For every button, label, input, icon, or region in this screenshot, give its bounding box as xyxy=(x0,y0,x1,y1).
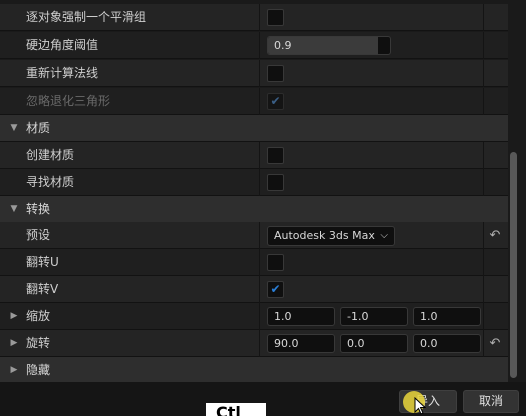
create-materials-checkbox[interactable] xyxy=(267,147,284,164)
cancel-button[interactable]: 取消 xyxy=(463,390,519,413)
recompute-normals-checkbox[interactable] xyxy=(267,65,284,82)
rotation-z-field[interactable]: 0.0 xyxy=(413,334,481,353)
hidden-category-label: 隐藏 xyxy=(26,363,51,377)
overlay-key-indicator: Ctl xyxy=(206,403,266,416)
rotation-y-field[interactable]: 0.0 xyxy=(340,334,408,353)
scrollbar-thumb[interactable] xyxy=(510,152,517,378)
row-find-materials: 寻找材质 xyxy=(0,169,508,196)
row-smoothing-group: 逐对象强制一个平滑组 xyxy=(0,4,508,31)
expand-arrow-icon[interactable]: ▶ xyxy=(8,303,20,330)
flip-u-checkbox[interactable] xyxy=(267,254,284,271)
expand-arrow-icon: ▼ xyxy=(10,204,18,214)
row-hard-edge-angle: 硬边角度阈值 0.9 xyxy=(0,32,508,59)
scale-x-field[interactable]: 1.0 xyxy=(267,307,335,326)
details-panel: 逐对象强制一个平滑组 硬边角度阈值 0.9 重新计算法线 忽略退化三角形 ✔ ▼… xyxy=(0,0,526,382)
flip-v-checkbox[interactable]: ✔ xyxy=(267,281,284,298)
row-preset: 预设 Autodesk 3ds Max ⌵ ↶ xyxy=(0,222,508,249)
transform-category-label: 转换 xyxy=(26,202,51,216)
scale-z-field[interactable]: 1.0 xyxy=(413,307,481,326)
row-flip-v: 翻转V ✔ xyxy=(0,276,508,303)
create-materials-label: 创建材质 xyxy=(26,148,75,162)
chevron-down-icon: ⌵ xyxy=(380,230,388,241)
preset-dropdown[interactable]: Autodesk 3ds Max ⌵ xyxy=(267,226,395,246)
row-flip-u: 翻转U xyxy=(0,249,508,276)
check-icon: ✔ xyxy=(270,282,281,296)
flip-v-label: 翻转V xyxy=(26,282,59,296)
category-hidden[interactable]: ▶ 隐藏 xyxy=(0,357,508,382)
expand-arrow-icon[interactable]: ▶ xyxy=(8,330,20,357)
category-material[interactable]: ▼ 材质 xyxy=(0,115,508,142)
find-materials-label: 寻找材质 xyxy=(26,175,75,189)
row-recompute-normals: 重新计算法线 xyxy=(0,60,508,87)
mouse-cursor-icon xyxy=(414,397,426,415)
rotation-label: 旋转 xyxy=(26,336,51,350)
check-icon: ✔ xyxy=(270,94,281,108)
row-rotation: ▶ 旋转 90.0 0.0 0.0 ↶ xyxy=(0,330,508,357)
scale-label: 缩放 xyxy=(26,309,51,323)
overlay-key-text: Ctl xyxy=(216,403,241,416)
preset-value: Autodesk 3ds Max xyxy=(274,229,375,242)
reset-arrow-icon[interactable]: ↶ xyxy=(486,222,504,249)
reset-arrow-icon[interactable]: ↶ xyxy=(486,330,504,357)
find-materials-checkbox[interactable] xyxy=(267,174,284,191)
scale-y-field[interactable]: -1.0 xyxy=(340,307,408,326)
ignore-degenerate-checkbox: ✔ xyxy=(267,93,284,110)
rotation-x-field[interactable]: 90.0 xyxy=(267,334,335,353)
hard-edge-angle-slider[interactable]: 0.9 xyxy=(267,36,391,55)
recompute-normals-label: 重新计算法线 xyxy=(26,66,99,80)
smoothing-group-checkbox[interactable] xyxy=(267,9,284,26)
category-transform[interactable]: ▼ 转换 xyxy=(0,196,508,223)
flip-u-label: 翻转U xyxy=(26,255,59,269)
material-category-label: 材质 xyxy=(26,121,51,135)
ignore-degenerate-label: 忽略退化三角形 xyxy=(26,94,111,108)
smoothing-group-label: 逐对象强制一个平滑组 xyxy=(26,10,147,24)
collapse-arrow-icon: ▶ xyxy=(10,365,18,375)
hard-edge-angle-value: 0.9 xyxy=(274,39,292,52)
expand-arrow-icon: ▼ xyxy=(10,123,18,133)
row-ignore-degenerate: 忽略退化三角形 ✔ xyxy=(0,88,508,115)
preset-label: 预设 xyxy=(26,228,51,242)
hard-edge-angle-label: 硬边角度阈值 xyxy=(26,38,99,52)
row-create-materials: 创建材质 xyxy=(0,142,508,169)
row-scale: ▶ 缩放 1.0 -1.0 1.0 xyxy=(0,303,508,330)
